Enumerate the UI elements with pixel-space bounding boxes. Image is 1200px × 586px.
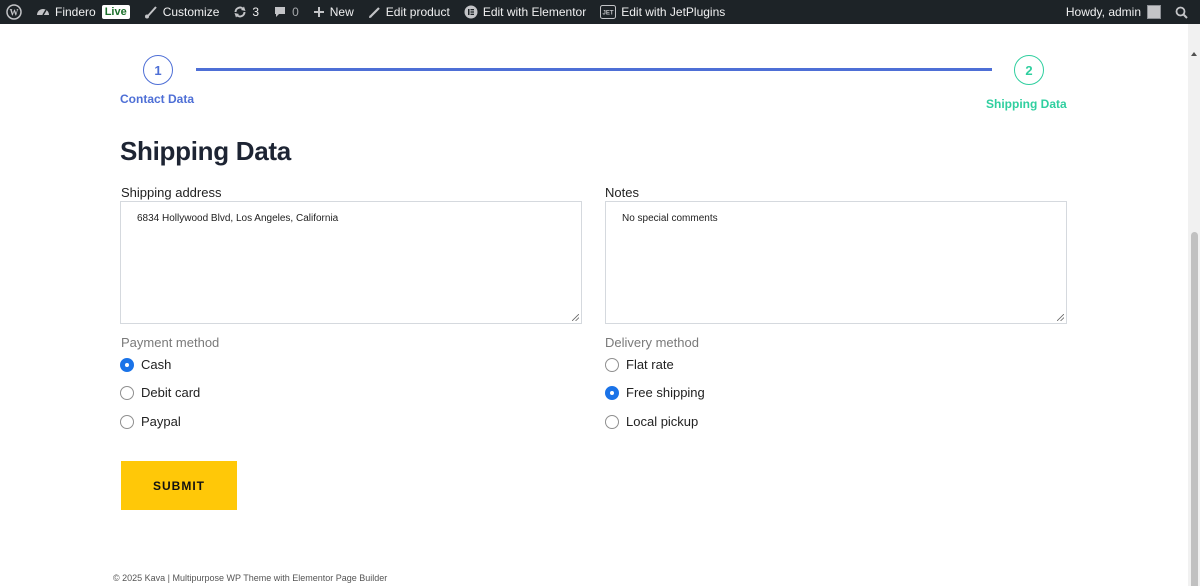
- delivery-option-label: Flat rate: [626, 357, 674, 372]
- step-2-circle: 2: [1014, 55, 1044, 85]
- elementor-icon: [464, 5, 478, 19]
- payment-option-paypal[interactable]: Paypal: [120, 414, 181, 429]
- payment-option-label: Debit card: [141, 385, 201, 400]
- admin-bar: W Findero Live Customize 3 0 New Edit pr…: [0, 0, 1200, 24]
- live-badge: Live: [101, 5, 130, 19]
- account-menu[interactable]: Howdy, admin: [1059, 0, 1168, 24]
- notes-value: No special comments: [622, 213, 718, 224]
- plus-icon: [313, 7, 324, 17]
- delivery-option-flat-rate[interactable]: Flat rate: [605, 357, 674, 372]
- wordpress-logo-button[interactable]: W: [0, 0, 29, 24]
- dashboard-icon: [37, 9, 49, 16]
- notes-label: Notes: [605, 185, 639, 200]
- shipping-address-textarea[interactable]: 6834 Hollywood Blvd, Los Angeles, Califo…: [120, 201, 582, 324]
- payment-option-cash[interactable]: Cash: [120, 357, 171, 372]
- payment-method-label: Payment method: [121, 335, 220, 350]
- payment-option-debit-card[interactable]: Debit card: [120, 385, 200, 400]
- page-scrollbar[interactable]: [1188, 24, 1200, 586]
- delivery-option-local-pickup[interactable]: Local pickup: [605, 414, 698, 429]
- submit-button[interactable]: SUBMIT: [121, 461, 237, 510]
- updates-count: 3: [252, 5, 260, 19]
- paintbrush-icon: [144, 6, 157, 19]
- customize-label: Customize: [162, 5, 220, 19]
- comment-icon: [275, 7, 286, 17]
- scroll-up-icon[interactable]: [1191, 52, 1197, 56]
- site-name-link[interactable]: Findero Live: [29, 0, 137, 24]
- wordpress-icon: W: [6, 4, 22, 20]
- radio-checked-icon[interactable]: [120, 357, 134, 372]
- avatar: [1147, 5, 1161, 19]
- radio-checked-icon[interactable]: [605, 385, 619, 400]
- payment-option-label: Paypal: [141, 414, 181, 429]
- shipping-address-value: 6834 Hollywood Blvd, Los Angeles, Califo…: [137, 213, 339, 224]
- comments-link[interactable]: 0: [266, 0, 306, 24]
- site-name: Findero: [55, 5, 96, 19]
- edit-elementor-link[interactable]: Edit with Elementor: [457, 0, 593, 24]
- updates-link[interactable]: 3: [226, 0, 266, 24]
- footer-copyright: © 2025 Kava | Multipurpose WP Theme with…: [113, 573, 388, 583]
- updates-icon: [234, 6, 246, 18]
- svg-text:JET: JET: [603, 11, 614, 17]
- new-content-link[interactable]: New: [306, 0, 361, 24]
- greeting-text: Howdy, admin: [1065, 5, 1141, 19]
- step-2-label: Shipping Data: [986, 97, 1067, 111]
- radio-unchecked-icon[interactable]: [605, 414, 619, 429]
- payment-option-label: Cash: [141, 357, 172, 372]
- radio-unchecked-icon[interactable]: [120, 414, 134, 429]
- search-icon: [1175, 6, 1188, 19]
- step-1-label: Contact Data: [120, 92, 195, 106]
- form-title: Shipping Data: [120, 136, 291, 166]
- resize-grip-icon[interactable]: [572, 314, 579, 321]
- customize-link[interactable]: Customize: [137, 0, 227, 24]
- edit-elementor-label: Edit with Elementor: [482, 5, 587, 19]
- svg-text:W: W: [10, 8, 19, 18]
- delivery-method-label: Delivery method: [605, 335, 699, 350]
- jetplugins-icon: JET: [600, 5, 617, 19]
- edit-product-link[interactable]: Edit product: [361, 0, 457, 24]
- edit-jetplugins-link[interactable]: JET Edit with JetPlugins: [593, 0, 732, 24]
- delivery-option-label: Local pickup: [626, 414, 699, 429]
- notes-textarea[interactable]: No special comments: [605, 201, 1067, 324]
- pencil-icon: [368, 6, 380, 18]
- step-1-circle: 1: [143, 55, 173, 85]
- delivery-option-label: Free shipping: [626, 385, 705, 400]
- edit-product-label: Edit product: [385, 5, 450, 19]
- scrollbar-thumb[interactable]: [1191, 232, 1198, 586]
- progress-line: [196, 68, 992, 71]
- radio-unchecked-icon[interactable]: [120, 385, 134, 400]
- edit-jetplugins-label: Edit with JetPlugins: [621, 5, 726, 19]
- comments-count: 0: [292, 5, 299, 19]
- new-label: New: [329, 5, 354, 19]
- shipping-address-label: Shipping address: [121, 185, 222, 200]
- search-button[interactable]: [1168, 0, 1200, 24]
- radio-unchecked-icon[interactable]: [605, 357, 619, 372]
- resize-grip-icon[interactable]: [1057, 314, 1064, 321]
- delivery-option-free-shipping[interactable]: Free shipping: [605, 385, 705, 400]
